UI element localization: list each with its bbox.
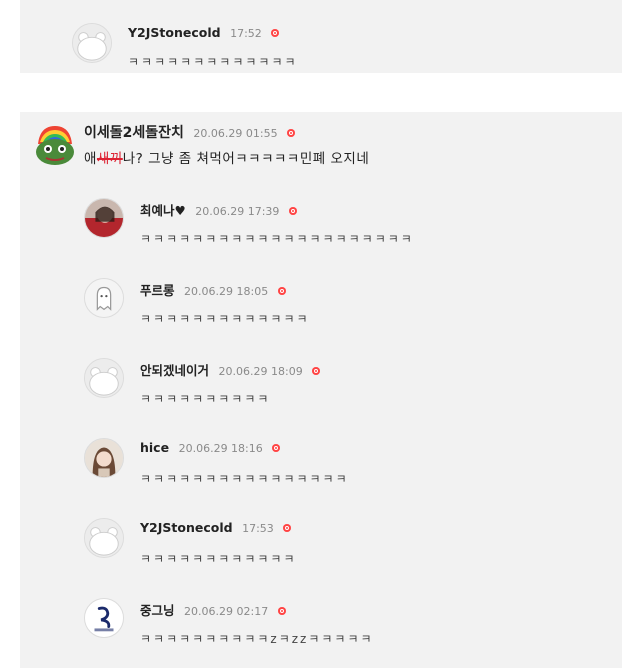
reply-meta: 중그닝 20.06.29 02:17 [140,600,286,619]
reply-meta: 최예나♥ 20.06.29 17:39 [140,200,297,219]
timestamp: 20.06.29 01:55 [193,127,278,140]
photo-red-icon[interactable] [84,198,124,238]
reply-meta: Y2JStonecold 17:53 [140,520,292,535]
report-badge-icon[interactable] [277,607,286,615]
reply-text: ㅋㅋㅋㅋㅋㅋㅋㅋㅋㅋㅋㅋㅋㅋㅋㅋ [140,472,349,486]
author-name[interactable]: 최예나♥ [140,203,186,218]
comment-meta: 이세돌2세돌잔치 20.06.29 01:55 [84,122,296,142]
default-bear-icon[interactable] [72,23,112,63]
reply-text: ㅋㅋㅋㅋㅋㅋㅋㅋㅋㅋㅋㅋㅋ [128,55,298,69]
timestamp: 20.06.29 18:09 [218,365,303,378]
comment-thread: 이세돌2세돌잔치 20.06.29 01:55 애새끼나? 그냥 좀 쳐먹어ㅋㅋ… [20,112,622,668]
author-name[interactable]: 푸르롱 [140,283,175,298]
timestamp: 17:52 [230,27,262,40]
censored-word: 새끼 [96,151,123,167]
report-badge-icon[interactable] [283,524,292,532]
frog-rainbow-avatar-icon[interactable] [32,122,78,168]
author-name[interactable]: 이세돌2세돌잔치 [84,125,184,141]
report-badge-icon[interactable] [272,444,281,452]
reply-text: ㅋㅋㅋㅋㅋㅋㅋㅋㅋㅋ [140,392,271,406]
comment-text: 애새끼나? 그냥 좀 쳐먹어ㅋㅋㅋㅋㅋ민폐 오지네 [84,147,369,167]
timestamp: 20.06.29 02:17 [184,605,269,618]
author-name[interactable]: Y2JStonecold [128,25,221,40]
comment-text-before: 애 [84,151,97,167]
reply-text: ㅋㅋㅋㅋㅋㅋㅋㅋㅋㅋzㅋzzㅋㅋㅋㅋㅋ [140,632,374,646]
report-badge-icon[interactable] [288,207,297,215]
reply-block-top: Y2JStonecold 17:52 ㅋㅋㅋㅋㅋㅋㅋㅋㅋㅋㅋㅋㅋ [20,0,622,73]
reply-text: ㅋㅋㅋㅋㅋㅋㅋㅋㅋㅋㅋㅋ [140,552,297,566]
reply-meta: 안되겠네이거 20.06.29 18:09 [140,360,321,379]
ghost-icon[interactable] [84,278,124,318]
reply-text: ㅋㅋㅋㅋㅋㅋㅋㅋㅋㅋㅋㅋㅋㅋㅋㅋㅋㅋㅋㅋㅋ [140,232,414,246]
photo-portrait-icon[interactable] [84,438,124,478]
logo-icon[interactable] [84,598,124,638]
author-name[interactable]: Y2JStonecold [140,520,233,535]
reply-meta: Y2JStonecold 17:52 [128,25,280,40]
reply-text: ㅋㅋㅋㅋㅋㅋㅋㅋㅋㅋㅋㅋㅋ [140,312,310,326]
default-bear-icon[interactable] [84,518,124,558]
default-bear-icon[interactable] [84,358,124,398]
author-name[interactable]: hice [140,440,169,455]
timestamp: 17:53 [242,522,274,535]
report-badge-icon[interactable] [287,129,296,137]
report-badge-icon[interactable] [271,29,280,37]
timestamp: 20.06.29 17:39 [195,205,280,218]
author-name[interactable]: 안되겠네이거 [140,363,209,378]
timestamp: 20.06.29 18:16 [178,442,263,455]
timestamp: 20.06.29 18:05 [184,285,269,298]
reply-meta: 푸르롱 20.06.29 18:05 [140,280,286,299]
report-badge-icon[interactable] [277,287,286,295]
comment-text-after: 나? 그냥 좀 쳐먹어ㅋㅋㅋㅋㅋ민폐 오지네 [122,151,370,167]
reply-meta: hice 20.06.29 18:16 [140,440,281,455]
author-name[interactable]: 중그닝 [140,603,175,618]
report-badge-icon[interactable] [312,367,321,375]
